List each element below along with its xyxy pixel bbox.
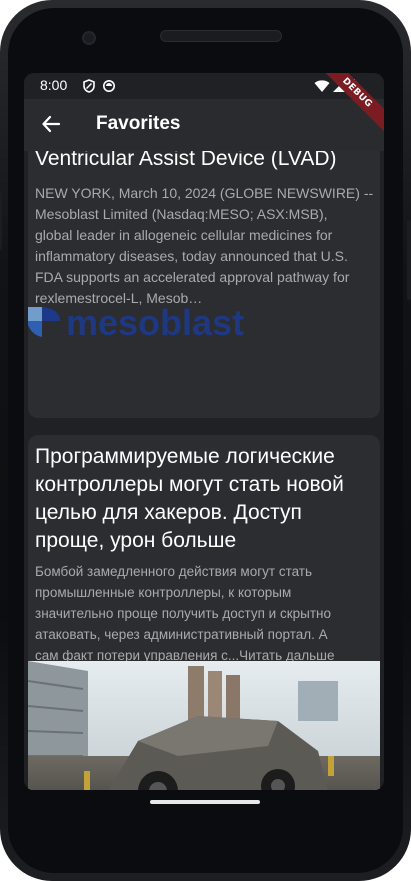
summary-line: FDA supports an accelerated approval pat… [35, 269, 350, 285]
title-line: контроллеры могут стать новой [35, 473, 344, 496]
shield-icon [83, 79, 95, 93]
favorites-list[interactable]: Ventricular Assist Device (LVAD) NEW YOR… [24, 151, 384, 790]
article-image [28, 661, 380, 790]
app-bar: Favorites [24, 99, 384, 151]
wifi-icon [314, 80, 330, 92]
status-time: 8:00 [40, 77, 68, 93]
title-line: Программируемые логические [35, 445, 335, 468]
logo-wordmark: mesoblast [66, 303, 244, 343]
summary-line: Бомбой замедленного действия могут стать [35, 564, 313, 579]
arrow-back-icon [42, 115, 61, 133]
mesoblast-logo-image: mesoblast [28, 303, 244, 343]
article-summary: NEW YORK, March 10, 2024 (GLOBE NEWSWIRE… [35, 183, 375, 309]
summary-line: global leader in allogeneic cellular med… [35, 227, 333, 243]
power-button [407, 220, 411, 300]
page-title: Favorites [96, 113, 181, 134]
summary-line: атаковать, через административный портал… [35, 627, 328, 642]
app-screen: 8:00 Favorites Ventricular Assist Device… [24, 73, 384, 790]
title-line: целью для хакеров. Доступ [35, 501, 302, 524]
sync-icon [103, 80, 115, 92]
earpiece-speaker [160, 30, 282, 42]
summary-line: NEW YORK, March 10, 2024 (GLOBE NEWSWIRE… [35, 185, 374, 201]
summary-line: значительно проще получить доступ и скры… [35, 606, 331, 621]
summary-line: inflammatory diseases, today announced t… [35, 248, 348, 264]
title-line: проще, урон больше [35, 529, 237, 552]
volume-button [0, 190, 2, 250]
phone-frame: 8:00 Favorites Ventricular Assist Device… [0, 0, 411, 881]
summary-line: Mesoblast Limited (Nasdaq:MESO; ASX:MSB)… [35, 206, 328, 222]
home-indicator[interactable] [150, 800, 260, 804]
article-title: Ventricular Assist Device (LVAD) [35, 151, 337, 170]
article-card[interactable]: Ventricular Assist Device (LVAD) NEW YOR… [28, 151, 380, 418]
article-title: Программируемые логические контроллеры м… [35, 443, 380, 555]
front-camera [82, 31, 96, 45]
article-card[interactable]: Программируемые логические контроллеры м… [28, 435, 380, 790]
summary-line: промышленные контроллеры, к которым [35, 585, 292, 600]
article-summary: Бомбой замедленного действия могут стать… [35, 561, 375, 666]
back-button[interactable] [34, 107, 68, 141]
